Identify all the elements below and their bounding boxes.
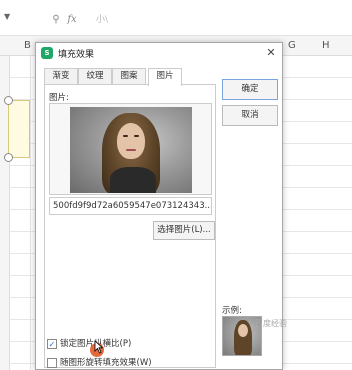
formula-bar: ▼ ⚲ fx 小\ bbox=[0, 0, 352, 36]
resize-handle[interactable] bbox=[4, 96, 13, 105]
resize-handle[interactable] bbox=[4, 153, 13, 162]
rotate-with-shape-option[interactable]: 随图形旋转填充效果(W) bbox=[47, 357, 152, 369]
picture-label: 图片: bbox=[49, 93, 69, 103]
picture-preview-frame bbox=[49, 103, 212, 195]
portrait-photo bbox=[70, 107, 192, 193]
formula-input[interactable]: 小\ bbox=[94, 10, 344, 30]
picture-name-field: 500fd9f9d72a6059547e073124343... bbox=[49, 197, 212, 215]
fx-icon[interactable]: fx bbox=[66, 14, 78, 26]
selected-shape[interactable] bbox=[8, 100, 30, 158]
cancel-button[interactable]: 取消 bbox=[222, 105, 278, 126]
choose-picture-button[interactable]: 选择图片(L)... bbox=[153, 221, 215, 240]
close-icon[interactable]: ✕ bbox=[264, 46, 278, 60]
rotate-with-shape-label: 随图形旋转填充效果(W) bbox=[60, 358, 152, 368]
column-header-b[interactable]: B bbox=[24, 40, 31, 51]
fill-effects-dialog: S 填充效果 ✕ 渐变 纹理 图案 图片 图片: 500fd9f9d72a605… bbox=[35, 42, 283, 370]
watermark-text: 百度经验 bbox=[255, 319, 287, 328]
zoom-icon[interactable]: ⚲ bbox=[50, 14, 62, 26]
tab-gradient[interactable]: 渐变 bbox=[44, 68, 78, 85]
mouse-pointer-icon bbox=[94, 340, 104, 354]
tab-texture[interactable]: 纹理 bbox=[78, 68, 112, 85]
lock-aspect-checkbox[interactable]: ✓ bbox=[47, 338, 57, 349]
column-header-h[interactable]: H bbox=[322, 40, 330, 51]
dialog-title: 填充效果 bbox=[58, 50, 95, 60]
tab-pattern[interactable]: 图案 bbox=[112, 68, 146, 85]
ok-button[interactable]: 确定 bbox=[222, 79, 278, 100]
chevron-down-icon[interactable]: ▼ bbox=[4, 12, 14, 22]
tab-picture[interactable]: 图片 bbox=[148, 68, 182, 86]
picture-tab-pane: 图片: 500fd9f9d72a6059547e073124343... 选择图… bbox=[44, 84, 216, 368]
sample-label: 示例: bbox=[222, 306, 242, 316]
dialog-title-bar[interactable]: S 填充效果 ✕ bbox=[36, 43, 282, 63]
app-logo-icon: S bbox=[41, 47, 53, 59]
column-header-g[interactable]: G bbox=[288, 40, 296, 51]
rotate-with-shape-checkbox[interactable] bbox=[47, 357, 57, 368]
